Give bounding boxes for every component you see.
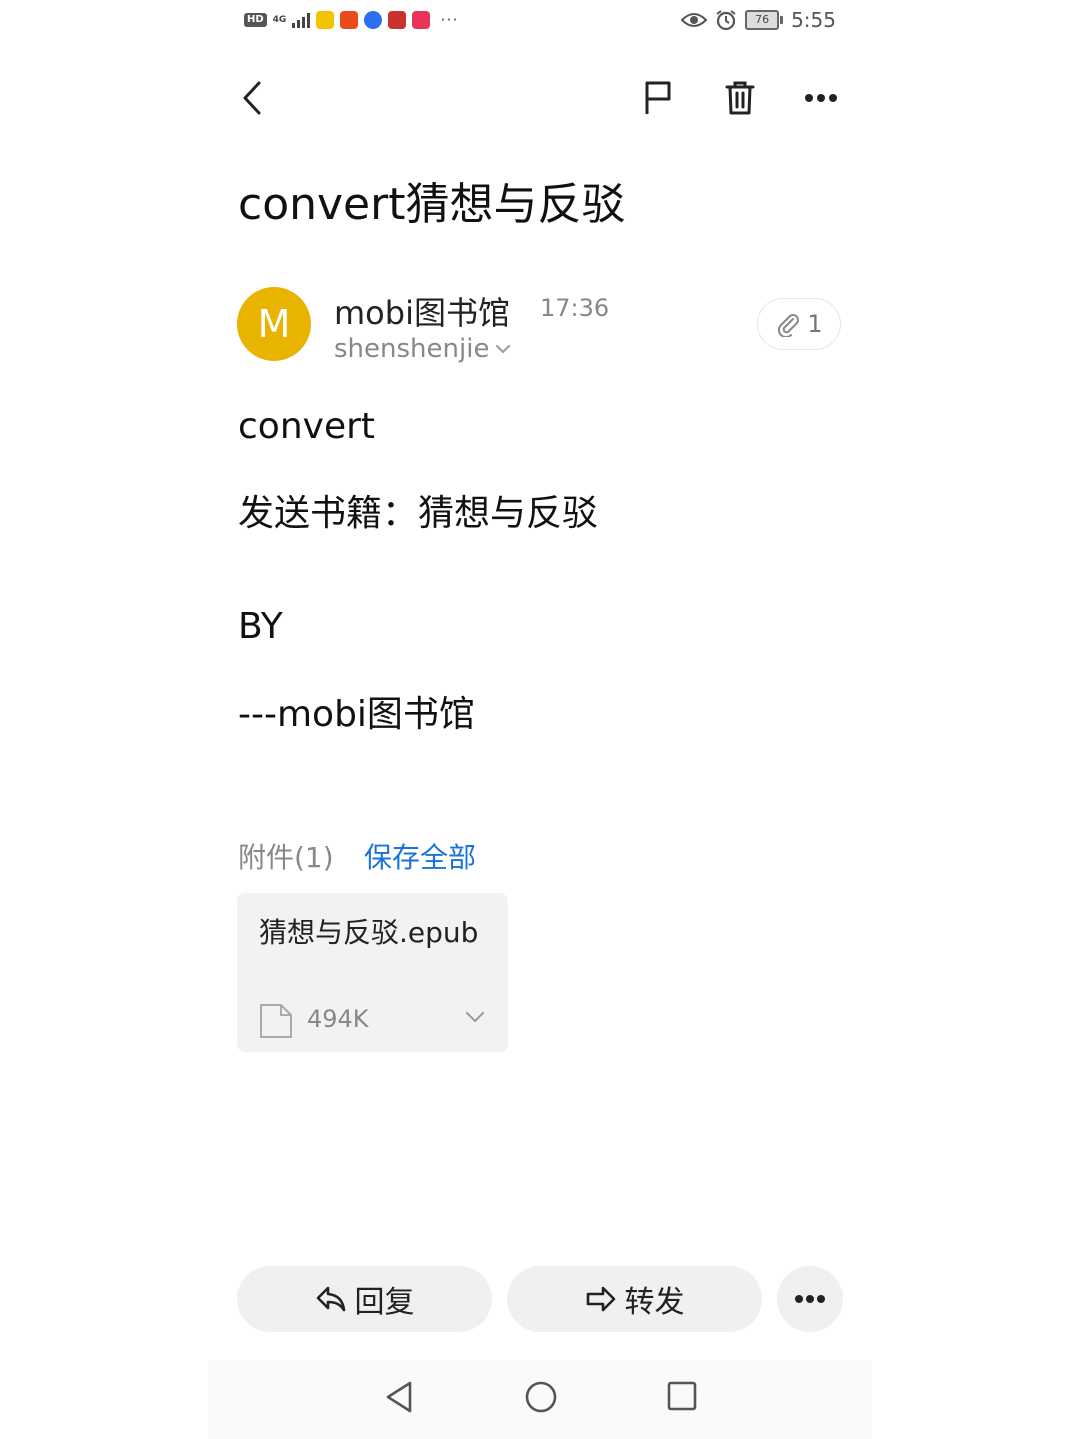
- signal-icon: [292, 12, 311, 28]
- network-label: 4G: [272, 14, 287, 25]
- status-overflow: ···: [440, 10, 459, 29]
- more-icon: [795, 1295, 825, 1303]
- paperclip-icon: [778, 314, 800, 337]
- body-line: BY: [238, 606, 283, 647]
- status-left: HD 4G ···: [244, 10, 459, 29]
- flag-icon: [645, 81, 671, 114]
- battery-icon: 76: [745, 10, 784, 30]
- status-right: 76 5:55: [681, 8, 836, 32]
- email-subject: convert猜想与反驳: [238, 179, 626, 230]
- body-line: 发送书籍：猜想与反驳: [238, 493, 599, 534]
- app-notification-icon: [364, 10, 383, 29]
- body-line: ---mobi图书馆: [238, 694, 475, 735]
- nav-back-icon[interactable]: [384, 1380, 414, 1414]
- hd-badge: HD: [244, 12, 267, 27]
- forward-button[interactable]: 转发: [507, 1266, 762, 1332]
- avatar[interactable]: M: [237, 287, 311, 361]
- sent-time: 17:36: [540, 294, 610, 322]
- app-notification-icon: [388, 10, 407, 29]
- file-icon: [260, 1004, 292, 1038]
- attachment-count-button[interactable]: 1: [757, 298, 841, 350]
- app-notification-icon: [316, 10, 335, 29]
- more-icon: [805, 94, 837, 102]
- flag-button[interactable]: [636, 74, 680, 122]
- attachment-name: 猜想与反驳.epub: [259, 916, 479, 949]
- nav-home-icon[interactable]: [524, 1380, 558, 1414]
- system-nav-bar: [208, 1360, 872, 1439]
- delete-button[interactable]: [718, 74, 762, 122]
- app-notification-icon: [412, 10, 431, 29]
- recipient-toggle[interactable]: shenshenjie: [334, 334, 511, 364]
- body-line: convert: [238, 406, 376, 447]
- chevron-down-icon[interactable]: [465, 1011, 485, 1023]
- attachments-label: 附件(1): [238, 841, 334, 874]
- battery-level: 76: [745, 10, 780, 30]
- alarm-icon: [716, 10, 736, 31]
- save-all-link[interactable]: 保存全部: [364, 836, 476, 876]
- reply-label: 回复: [354, 1285, 415, 1320]
- back-button[interactable]: [232, 76, 272, 120]
- eye-icon: [681, 13, 708, 27]
- back-icon: [243, 81, 261, 115]
- attachment-card[interactable]: 猜想与反驳.epub 494K: [237, 893, 508, 1052]
- attachment-count: 1: [807, 310, 823, 338]
- more-button[interactable]: [798, 74, 844, 122]
- more-actions-button[interactable]: [777, 1266, 843, 1332]
- attachment-size: 494K: [307, 1005, 369, 1033]
- app-notification-icon: [340, 10, 359, 29]
- reply-icon: [316, 1286, 345, 1312]
- chevron-down-icon: [496, 345, 511, 354]
- clock: 5:55: [791, 8, 836, 32]
- nav-recents-icon[interactable]: [666, 1380, 698, 1412]
- forward-icon: [586, 1286, 615, 1312]
- forward-label: 转发: [624, 1285, 685, 1320]
- recipient-name: shenshenjie: [334, 334, 490, 364]
- trash-icon: [725, 81, 755, 115]
- sender-name[interactable]: mobi图书馆: [334, 288, 510, 334]
- status-bar: HD 4G ··· 76 5:55: [244, 8, 836, 38]
- reply-button[interactable]: 回复: [237, 1266, 492, 1332]
